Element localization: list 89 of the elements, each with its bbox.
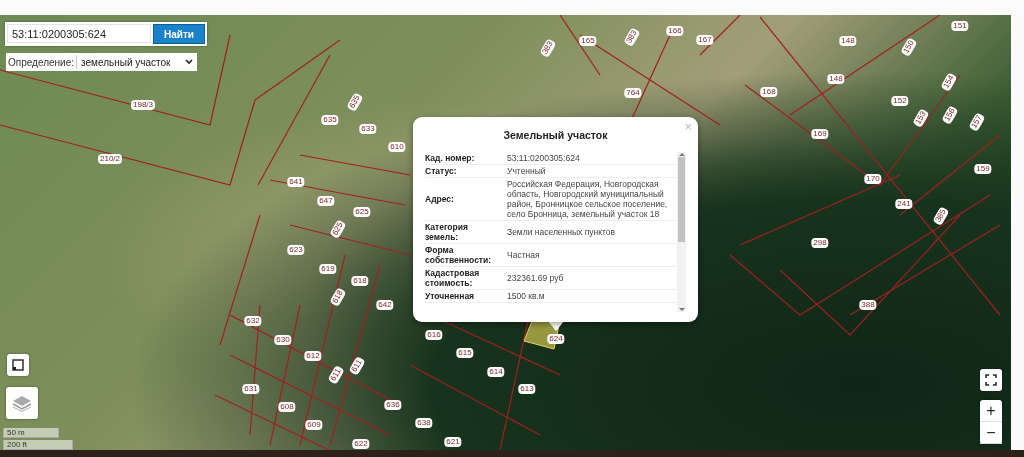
field-value: 1500 кв.м: [507, 291, 546, 301]
parcel-number-label: 612: [304, 351, 322, 361]
field-label: Статус:: [425, 166, 458, 176]
square-frame-icon: [12, 359, 24, 371]
scroll-up-arrow-icon[interactable]: [678, 152, 685, 157]
layers-button[interactable]: [6, 387, 38, 419]
parcel-number-label: 608: [278, 402, 296, 412]
zoom-out-button[interactable]: −: [980, 422, 1002, 444]
parcel-number-label: 241: [895, 199, 913, 209]
parcel-number-label: 157: [968, 112, 986, 132]
basemap-button[interactable]: [7, 354, 29, 376]
parcel-number-label: 159: [974, 164, 992, 174]
parcel-number-label: 611: [327, 365, 345, 385]
parcel-number-label: 632: [244, 316, 262, 326]
parcel-number-label: 166: [666, 26, 684, 36]
parcel-number-label: 153: [912, 108, 930, 128]
parcel-number-label: 764: [624, 88, 642, 98]
parcel-number-label: 609: [305, 420, 323, 430]
parcel-number-label: 642: [376, 300, 394, 310]
parcel-number-label: 635: [321, 115, 339, 125]
popup-title: Земельный участок: [502, 129, 609, 141]
parcel-number-label: 630: [274, 335, 292, 345]
fullscreen-icon: [985, 374, 997, 386]
field-label: Уточненная: [425, 291, 476, 301]
field-value: Частная: [507, 250, 541, 260]
fullscreen-button[interactable]: [980, 369, 1002, 391]
parcel-number-label: 622: [352, 439, 370, 449]
parcel-number-label: 623: [287, 245, 305, 255]
parcel-number-label: 152: [891, 96, 909, 106]
parcel-number-label: 616: [425, 330, 443, 340]
scrollbar-thumb[interactable]: [678, 157, 685, 242]
parcel-number-label: 624: [547, 334, 565, 344]
parcel-number-label: 385: [932, 206, 950, 226]
parcel-number-label: 148: [839, 36, 857, 46]
parcel-number-label: 169: [811, 129, 829, 139]
field-label: Адрес:: [425, 194, 455, 204]
parcel-number-label: 298: [811, 238, 829, 248]
search-field[interactable]: 53:11:0200305:624: [7, 24, 151, 43]
parcel-number-label: 154: [940, 72, 958, 92]
parcel-number-label: 613: [518, 384, 536, 394]
parcel-number-label: 625: [353, 207, 371, 217]
parcel-number-label: 614: [487, 367, 505, 377]
parcel-number-label: 167: [696, 35, 714, 45]
field-value: Учтенный: [507, 166, 547, 176]
parcel-number-label: 168: [760, 87, 778, 97]
parcel-number-label: 625: [329, 219, 347, 239]
parcel-number-label: 611: [348, 356, 366, 376]
parcel-number-label: 148: [827, 74, 845, 84]
parcel-number-label: 618: [351, 276, 369, 286]
field-value: 53:11:0200305:624: [507, 153, 581, 163]
scale-bar: 50 m: [3, 428, 59, 438]
parcel-number-label: 615: [456, 348, 474, 358]
definition-select[interactable]: земельный участок: [76, 55, 197, 69]
layers-icon: [12, 394, 32, 412]
parcel-number-label: 383: [623, 27, 641, 47]
parcel-number-label: 210/2: [98, 154, 122, 164]
parcel-number-label: 610: [388, 142, 406, 152]
find-button[interactable]: Найти: [153, 24, 205, 44]
parcel-number-label: 383: [539, 38, 557, 58]
parcel-number-label: 165: [579, 36, 597, 46]
parcel-number-label: 631: [242, 384, 260, 394]
parcel-number-label: 618: [329, 287, 347, 307]
parcel-number-label: 633: [359, 124, 377, 134]
parcel-number-label: 150: [900, 37, 918, 57]
scroll-down-arrow-icon[interactable]: [678, 307, 685, 312]
parcel-number-label: 621: [444, 437, 462, 447]
field-value: Российская Федерация, Новгородская область, Новгородский муниципальный район, Бронницкое сельское поселение, село Бронница, земельный участок 18: [507, 179, 669, 219]
scale-bar: 200 ft: [3, 440, 73, 450]
parcel-number-label: 636: [384, 400, 402, 410]
field-label: Категория земель:: [425, 222, 469, 242]
zoom-in-button[interactable]: +: [980, 400, 1002, 422]
parcel-number-label: 641: [287, 177, 305, 187]
parcel-number-label: 170: [864, 174, 882, 184]
field-label: Кадастровая стоимость:: [425, 268, 481, 288]
field-label: Кад. номер:: [425, 153, 476, 163]
parcel-number-label: 619: [319, 264, 337, 274]
parcel-number-label: 151: [951, 21, 969, 31]
parcel-number-label: 635: [346, 92, 364, 112]
parcel-number-label: 388: [859, 300, 877, 310]
scrollbar[interactable]: [677, 152, 686, 312]
field-value: 232361.69 руб: [507, 273, 565, 283]
definition-label: Определение:: [7, 56, 75, 68]
field-label: Форма собственности:: [425, 245, 493, 265]
field-value: Земли населенных пунктов: [507, 227, 617, 237]
parcel-number-label: 647: [317, 196, 335, 206]
chevron-down-icon: [185, 59, 193, 65]
parcel-number-label: 156: [941, 105, 959, 125]
parcel-number-label: 198/3: [131, 100, 155, 110]
parcel-number-label: 638: [415, 418, 433, 428]
